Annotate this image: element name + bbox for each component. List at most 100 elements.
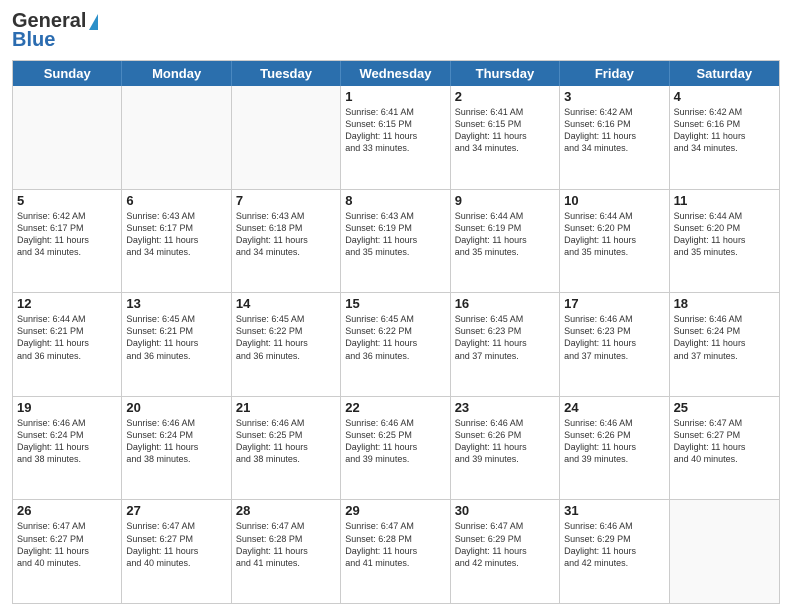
cal-cell: 26Sunrise: 6:47 AM Sunset: 6:27 PM Dayli… xyxy=(13,500,122,603)
day-number: 6 xyxy=(126,193,226,208)
cell-info: Sunrise: 6:46 AM Sunset: 6:24 PM Dayligh… xyxy=(126,417,226,466)
day-number: 28 xyxy=(236,503,336,518)
cal-cell: 12 Sunrise: 6:44 AM Sunset: 6:21 PM Dayli… xyxy=(13,293,122,396)
cal-cell: 20 Sunrise: 6:46 AM Sunset: 6:24 PM Dayli… xyxy=(122,397,231,500)
header-day-saturday: Saturday xyxy=(670,61,779,86)
page: General Blue SundayMondayTuesdayWednesda… xyxy=(0,0,792,612)
cell-info: Sunrise: 6:46 AM Sunset: 6:23 PM Dayligh… xyxy=(564,313,664,362)
cal-cell: 15 Sunrise: 6:45 AM Sunset: 6:22 PM Dayli… xyxy=(341,293,450,396)
cell-info: Sunrise: 6:45 AM Sunset: 6:21 PM Dayligh… xyxy=(126,313,226,362)
cell-info: Sunrise: 6:43 AM Sunset: 6:17 PM Dayligh… xyxy=(126,210,226,259)
cell-info: Sunrise: 6:45 AM Sunset: 6:22 PM Dayligh… xyxy=(345,313,445,362)
cal-cell: 24 Sunrise: 6:46 AM Sunset: 6:26 PM Dayli… xyxy=(560,397,669,500)
header-day-thursday: Thursday xyxy=(451,61,560,86)
day-number: 1 xyxy=(345,89,445,104)
day-number: 17 xyxy=(564,296,664,311)
day-number: 24 xyxy=(564,400,664,415)
cal-cell: 10Sunrise: 6:44 AM Sunset: 6:20 PM Dayli… xyxy=(560,190,669,293)
day-number: 5 xyxy=(17,193,117,208)
day-number: 21 xyxy=(236,400,336,415)
header-day-monday: Monday xyxy=(122,61,231,86)
cal-cell: 1 Sunrise: 6:41 AM Sunset: 6:15 PM Daylig… xyxy=(341,86,450,189)
cell-info: Sunrise: 6:43 AM Sunset: 6:19 PM Dayligh… xyxy=(345,210,445,259)
day-number: 3 xyxy=(564,89,664,104)
week-row-3: 19 Sunrise: 6:46 AM Sunset: 6:24 PM Dayli… xyxy=(13,397,779,501)
cell-info: Sunrise: 6:47 AM Sunset: 6:27 PM Dayligh… xyxy=(126,520,226,569)
day-number: 15 xyxy=(345,296,445,311)
cal-cell: 21Sunrise: 6:46 AM Sunset: 6:25 PM Dayli… xyxy=(232,397,341,500)
header-day-sunday: Sunday xyxy=(13,61,122,86)
cal-cell: 8 Sunrise: 6:43 AM Sunset: 6:19 PM Daylig… xyxy=(341,190,450,293)
cal-cell: 31 Sunrise: 6:46 AM Sunset: 6:29 PM Dayli… xyxy=(560,500,669,603)
cal-cell xyxy=(13,86,122,189)
cell-info: Sunrise: 6:46 AM Sunset: 6:24 PM Dayligh… xyxy=(674,313,775,362)
cell-info: Sunrise: 6:42 AM Sunset: 6:17 PM Dayligh… xyxy=(17,210,117,259)
header: General Blue xyxy=(12,10,780,52)
cal-cell: 5 Sunrise: 6:42 AM Sunset: 6:17 PM Daylig… xyxy=(13,190,122,293)
cal-cell: 13 Sunrise: 6:45 AM Sunset: 6:21 PM Dayli… xyxy=(122,293,231,396)
cell-info: Sunrise: 6:46 AM Sunset: 6:26 PM Dayligh… xyxy=(564,417,664,466)
day-number: 13 xyxy=(126,296,226,311)
cal-cell: 30 Sunrise: 6:47 AM Sunset: 6:29 PM Dayli… xyxy=(451,500,560,603)
cell-info: Sunrise: 6:46 AM Sunset: 6:24 PM Dayligh… xyxy=(17,417,117,466)
cell-info: Sunrise: 6:46 AM Sunset: 6:29 PM Dayligh… xyxy=(564,520,664,569)
day-number: 8 xyxy=(345,193,445,208)
cell-info: Sunrise: 6:47 AM Sunset: 6:29 PM Dayligh… xyxy=(455,520,555,569)
logo: General Blue xyxy=(12,10,98,52)
day-number: 22 xyxy=(345,400,445,415)
cal-cell xyxy=(122,86,231,189)
day-number: 12 xyxy=(17,296,117,311)
week-row-4: 26 Sunrise: 6:47 AM Sunset: 6:27 PM Dayli… xyxy=(13,500,779,603)
day-number: 10 xyxy=(564,193,664,208)
header-day-wednesday: Wednesday xyxy=(341,61,450,86)
day-number: 26 xyxy=(17,503,117,518)
cell-info: Sunrise: 6:47 AM Sunset: 6:28 PM Dayligh… xyxy=(345,520,445,569)
day-number: 25 xyxy=(674,400,775,415)
cal-cell: 6 Sunrise: 6:43 AM Sunset: 6:17 PM Daylig… xyxy=(122,190,231,293)
cal-cell: 22 Sunrise: 6:46 AM Sunset: 6:25 PM Dayli… xyxy=(341,397,450,500)
cal-cell xyxy=(232,86,341,189)
logo-blue: Blue xyxy=(12,29,55,52)
day-number: 18 xyxy=(674,296,775,311)
day-number: 30 xyxy=(455,503,555,518)
cal-cell: 7Sunrise: 6:43 AM Sunset: 6:18 PM Daylig… xyxy=(232,190,341,293)
header-day-friday: Friday xyxy=(560,61,669,86)
week-row-2: 12 Sunrise: 6:44 AM Sunset: 6:21 PM Dayli… xyxy=(13,293,779,397)
day-number: 4 xyxy=(674,89,775,104)
day-number: 9 xyxy=(455,193,555,208)
cell-info: Sunrise: 6:44 AM Sunset: 6:21 PM Dayligh… xyxy=(17,313,117,362)
day-number: 11 xyxy=(674,193,775,208)
cell-info: Sunrise: 6:44 AM Sunset: 6:19 PM Dayligh… xyxy=(455,210,555,259)
cal-cell: 29 Sunrise: 6:47 AM Sunset: 6:28 PM Dayli… xyxy=(341,500,450,603)
cal-cell: 18 Sunrise: 6:46 AM Sunset: 6:24 PM Dayli… xyxy=(670,293,779,396)
cal-cell: 16Sunrise: 6:45 AM Sunset: 6:23 PM Dayli… xyxy=(451,293,560,396)
week-row-1: 5 Sunrise: 6:42 AM Sunset: 6:17 PM Daylig… xyxy=(13,190,779,294)
cell-info: Sunrise: 6:46 AM Sunset: 6:26 PM Dayligh… xyxy=(455,417,555,466)
cal-cell: 23 Sunrise: 6:46 AM Sunset: 6:26 PM Dayli… xyxy=(451,397,560,500)
cal-cell: 19 Sunrise: 6:46 AM Sunset: 6:24 PM Dayli… xyxy=(13,397,122,500)
day-number: 2 xyxy=(455,89,555,104)
cell-info: Sunrise: 6:41 AM Sunset: 6:15 PM Dayligh… xyxy=(455,106,555,155)
day-number: 20 xyxy=(126,400,226,415)
cal-cell: 11 Sunrise: 6:44 AM Sunset: 6:20 PM Dayli… xyxy=(670,190,779,293)
cell-info: Sunrise: 6:46 AM Sunset: 6:25 PM Dayligh… xyxy=(345,417,445,466)
cal-cell: 2 Sunrise: 6:41 AM Sunset: 6:15 PM Daylig… xyxy=(451,86,560,189)
day-number: 23 xyxy=(455,400,555,415)
cal-cell xyxy=(670,500,779,603)
week-row-0: 1 Sunrise: 6:41 AM Sunset: 6:15 PM Daylig… xyxy=(13,86,779,190)
cell-info: Sunrise: 6:45 AM Sunset: 6:22 PM Dayligh… xyxy=(236,313,336,362)
day-number: 27 xyxy=(126,503,226,518)
cell-info: Sunrise: 6:42 AM Sunset: 6:16 PM Dayligh… xyxy=(564,106,664,155)
day-number: 19 xyxy=(17,400,117,415)
cal-cell: 14Sunrise: 6:45 AM Sunset: 6:22 PM Dayli… xyxy=(232,293,341,396)
calendar: SundayMondayTuesdayWednesdayThursdayFrid… xyxy=(12,60,780,604)
cal-cell: 27 Sunrise: 6:47 AM Sunset: 6:27 PM Dayli… xyxy=(122,500,231,603)
header-day-tuesday: Tuesday xyxy=(232,61,341,86)
day-number: 29 xyxy=(345,503,445,518)
cal-cell: 17 Sunrise: 6:46 AM Sunset: 6:23 PM Dayli… xyxy=(560,293,669,396)
cal-cell: 25Sunrise: 6:47 AM Sunset: 6:27 PM Dayli… xyxy=(670,397,779,500)
cell-info: Sunrise: 6:44 AM Sunset: 6:20 PM Dayligh… xyxy=(674,210,775,259)
cell-info: Sunrise: 6:41 AM Sunset: 6:15 PM Dayligh… xyxy=(345,106,445,155)
cal-cell: 3 Sunrise: 6:42 AM Sunset: 6:16 PM Daylig… xyxy=(560,86,669,189)
day-number: 31 xyxy=(564,503,664,518)
